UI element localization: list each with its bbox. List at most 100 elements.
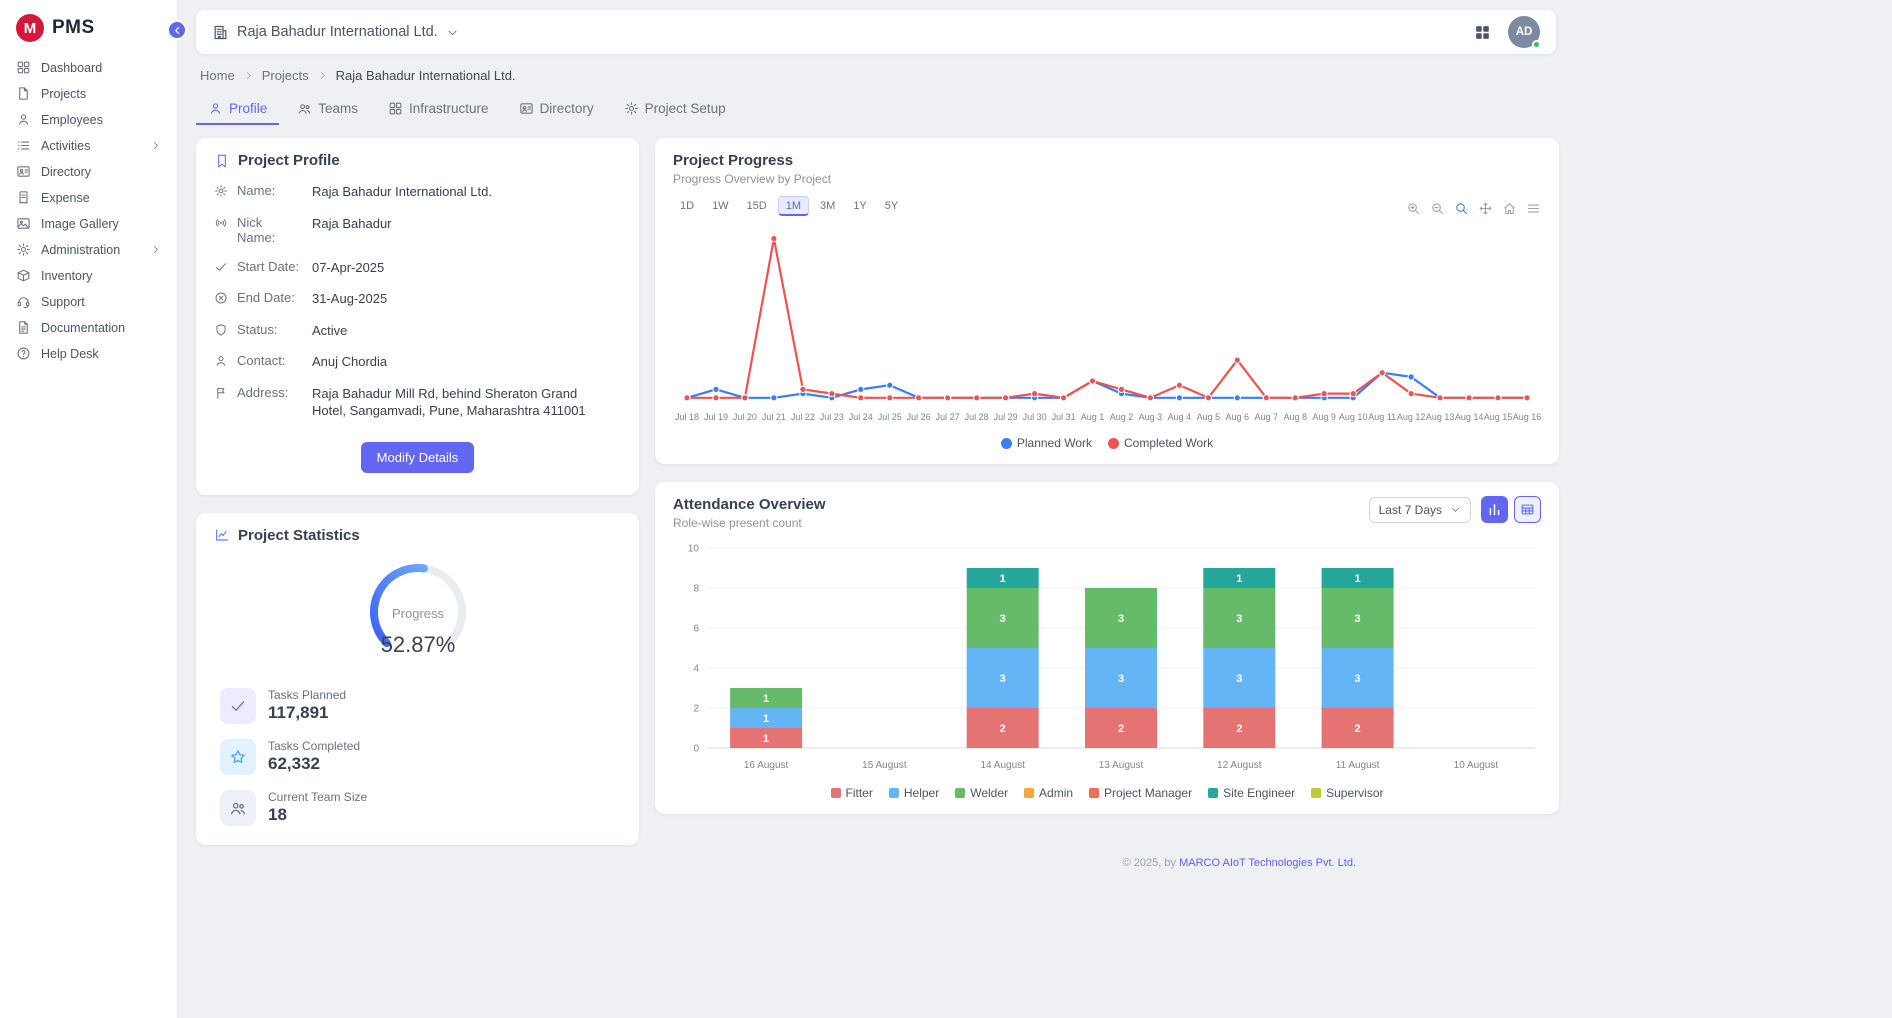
svg-text:8: 8 bbox=[693, 584, 699, 595]
tab-label: Infrastructure bbox=[409, 101, 489, 116]
profile-field-value: 31-Aug-2025 bbox=[312, 290, 387, 308]
svg-text:Aug 8: Aug 8 bbox=[1284, 412, 1308, 422]
star-icon bbox=[229, 748, 247, 766]
svg-text:2: 2 bbox=[693, 704, 699, 715]
footer-copyright: © 2025, by bbox=[1123, 857, 1176, 869]
chevron-right-icon bbox=[243, 70, 254, 81]
pan-button[interactable] bbox=[1478, 201, 1493, 216]
profile-field-name-: Name: Raja Bahadur International Ltd. bbox=[214, 183, 621, 201]
gauge-value: 52.87% bbox=[380, 632, 455, 657]
progress-gauge: Progress 52.87% bbox=[214, 548, 621, 673]
broadcast-icon bbox=[214, 216, 228, 230]
profile-field-label: Contact: bbox=[237, 353, 303, 368]
sidebar-item-expense[interactable]: Expense bbox=[0, 185, 177, 210]
stat-value: 117,891 bbox=[268, 703, 346, 723]
legend-item-site-engineer[interactable]: Site Engineer bbox=[1208, 786, 1295, 800]
sidebar-item-projects[interactable]: Projects bbox=[0, 81, 177, 106]
legend-item-admin[interactable]: Admin bbox=[1024, 786, 1073, 800]
user-avatar[interactable]: AD bbox=[1508, 16, 1540, 48]
sidebar-item-support[interactable]: Support bbox=[0, 289, 177, 314]
range-15d-button[interactable]: 15D bbox=[740, 196, 774, 216]
svg-text:Aug 13: Aug 13 bbox=[1426, 412, 1455, 422]
svg-text:Jul 24: Jul 24 bbox=[849, 412, 873, 422]
sidebar-item-documentation[interactable]: Documentation bbox=[0, 315, 177, 340]
sidebar-item-activities[interactable]: Activities bbox=[0, 133, 177, 158]
svg-text:Aug 4: Aug 4 bbox=[1168, 412, 1192, 422]
svg-text:1: 1 bbox=[763, 733, 769, 745]
legend-item-supervisor[interactable]: Supervisor bbox=[1311, 786, 1383, 800]
home-button[interactable] bbox=[1502, 201, 1517, 216]
svg-text:3: 3 bbox=[1236, 613, 1242, 625]
stat-icon-box bbox=[220, 688, 256, 724]
person-icon bbox=[214, 354, 228, 368]
breadcrumb-item-projects[interactable]: Projects bbox=[262, 68, 309, 83]
sidebar-item-label: Activities bbox=[41, 139, 90, 153]
sidebar: M PMS Dashboard Projects Employees Activ… bbox=[0, 0, 178, 1018]
range-1m-button[interactable]: 1M bbox=[778, 196, 809, 216]
magnifier-button[interactable] bbox=[1454, 201, 1469, 216]
stat-current-team-size: Current Team Size 18 bbox=[220, 790, 615, 826]
svg-text:Aug 15: Aug 15 bbox=[1484, 412, 1513, 422]
brand: M PMS bbox=[0, 0, 177, 54]
svg-text:Jul 23: Jul 23 bbox=[820, 412, 844, 422]
tab-project-setup[interactable]: Project Setup bbox=[612, 93, 738, 125]
sidebar-collapse-button[interactable] bbox=[167, 20, 187, 40]
legend-item-welder[interactable]: Welder bbox=[955, 786, 1008, 800]
sidebar-item-image-gallery[interactable]: Image Gallery bbox=[0, 211, 177, 236]
legend-item-completed-work[interactable]: Completed Work bbox=[1108, 436, 1213, 450]
range-1d-button[interactable]: 1D bbox=[673, 196, 701, 216]
sidebar-item-label: Documentation bbox=[41, 321, 125, 335]
breadcrumb: HomeProjectsRaja Bahadur International L… bbox=[200, 68, 1552, 83]
tab-infrastructure[interactable]: Infrastructure bbox=[376, 93, 501, 125]
employees-icon bbox=[16, 112, 31, 127]
sidebar-item-help-desk[interactable]: Help Desk bbox=[0, 341, 177, 366]
legend-item-helper[interactable]: Helper bbox=[889, 786, 939, 800]
stat-label: Current Team Size bbox=[268, 790, 367, 804]
chevron-left-icon bbox=[172, 25, 183, 36]
svg-text:3: 3 bbox=[1118, 613, 1124, 625]
profile-tab-icon bbox=[208, 101, 223, 116]
legend-item-fitter[interactable]: Fitter bbox=[831, 786, 873, 800]
zoom-out-button[interactable] bbox=[1430, 201, 1445, 216]
sidebar-item-dashboard[interactable]: Dashboard bbox=[0, 55, 177, 80]
directory-tab-icon bbox=[519, 101, 534, 116]
home-icon bbox=[1502, 201, 1517, 216]
range-5y-button[interactable]: 5Y bbox=[878, 196, 905, 216]
footer-company-link[interactable]: MARCO AIoT Technologies Pvt. Ltd. bbox=[1179, 857, 1356, 869]
main-area: Raja Bahadur International Ltd. AD Home P… bbox=[178, 0, 1892, 1018]
range-3m-button[interactable]: 3M bbox=[813, 196, 842, 216]
svg-text:14 August: 14 August bbox=[980, 760, 1025, 771]
profile-field-label: Nick Name: bbox=[237, 215, 303, 245]
breadcrumb-item-home[interactable]: Home bbox=[200, 68, 235, 83]
range-1y-button[interactable]: 1Y bbox=[846, 196, 873, 216]
range-1w-button[interactable]: 1W bbox=[705, 196, 736, 216]
progress-chart-legend: Planned Work Completed Work bbox=[673, 436, 1541, 450]
legend-item-planned-work[interactable]: Planned Work bbox=[1001, 436, 1092, 450]
tab-directory[interactable]: Directory bbox=[507, 93, 606, 125]
svg-text:Aug 10: Aug 10 bbox=[1339, 412, 1368, 422]
svg-text:2: 2 bbox=[1118, 723, 1124, 735]
menu-button[interactable] bbox=[1526, 201, 1541, 216]
zoom-in-button[interactable] bbox=[1406, 201, 1421, 216]
attendance-period-select[interactable]: Last 7 Days bbox=[1369, 497, 1471, 523]
table-view-toggle[interactable] bbox=[1514, 496, 1541, 523]
svg-text:1: 1 bbox=[763, 693, 769, 705]
sidebar-item-inventory[interactable]: Inventory bbox=[0, 263, 177, 288]
sidebar-item-employees[interactable]: Employees bbox=[0, 107, 177, 132]
svg-text:Jul 18: Jul 18 bbox=[675, 412, 699, 422]
legend-item-project-manager[interactable]: Project Manager bbox=[1089, 786, 1192, 800]
sidebar-item-label: Administration bbox=[41, 243, 120, 257]
project-selector[interactable]: Raja Bahadur International Ltd. bbox=[212, 24, 459, 41]
sidebar-item-administration[interactable]: Administration bbox=[0, 237, 177, 262]
administration-icon bbox=[16, 242, 31, 257]
svg-text:Jul 28: Jul 28 bbox=[965, 412, 989, 422]
tab-profile[interactable]: Profile bbox=[196, 93, 279, 125]
bookmark-icon bbox=[214, 153, 230, 169]
bar-chart-view-toggle[interactable] bbox=[1481, 496, 1508, 523]
profile-field-value: Active bbox=[312, 322, 347, 340]
tab-teams[interactable]: Teams bbox=[285, 93, 370, 125]
apps-grid-button[interactable] bbox=[1473, 23, 1492, 42]
sidebar-item-directory[interactable]: Directory bbox=[0, 159, 177, 184]
modify-details-button[interactable]: Modify Details bbox=[361, 442, 475, 473]
brand-logo: M bbox=[16, 14, 44, 42]
